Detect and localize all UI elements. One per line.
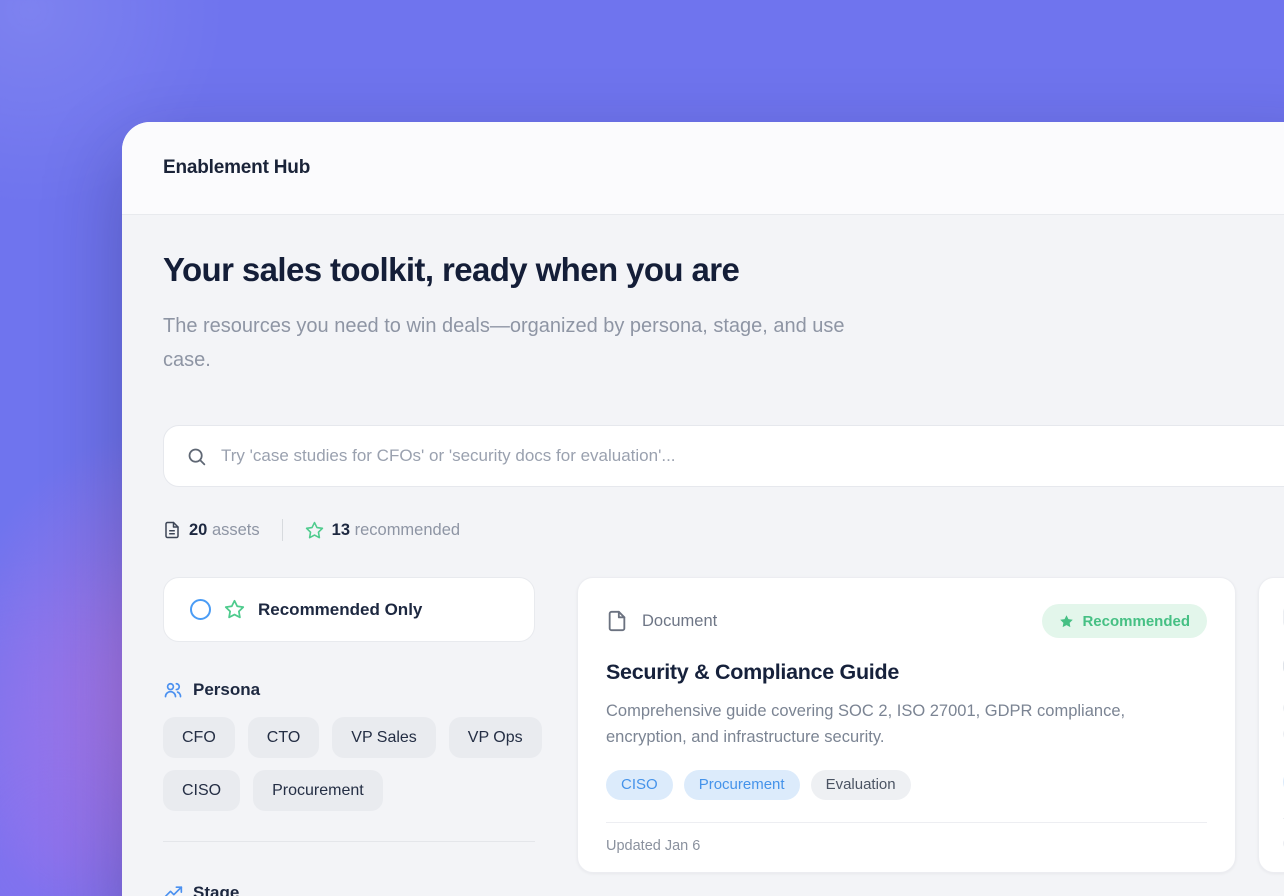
tag-evaluation: Evaluation: [811, 770, 911, 800]
tag-procurement: Procurement: [684, 770, 800, 800]
persona-chips: CFO CTO VP Sales VP Ops CISO Procurement: [163, 717, 553, 811]
persona-chip-cto[interactable]: CTO: [248, 717, 319, 758]
recommended-stat: 13 recommended: [305, 521, 460, 540]
card-divider: [606, 822, 1207, 823]
recommended-only-toggle[interactable]: Recommended Only: [163, 577, 535, 642]
persona-chip-vp-ops[interactable]: VP Ops: [449, 717, 542, 758]
asset-type: Document: [606, 610, 717, 632]
persona-chip-vp-sales[interactable]: VP Sales: [332, 717, 436, 758]
stage-label: Stage: [193, 883, 239, 896]
assets-count: 20: [189, 521, 207, 539]
persona-label: Persona: [193, 680, 260, 700]
recommended-badge: Recommended: [1042, 604, 1207, 638]
window-header: Enablement Hub: [122, 122, 1284, 215]
persona-chip-cfo[interactable]: CFO: [163, 717, 235, 758]
stats-divider: [282, 519, 283, 541]
persona-chip-procurement[interactable]: Procurement: [253, 770, 383, 811]
asset-card-partial[interactable]: [1258, 577, 1284, 873]
stage-section-header: Stage: [163, 883, 239, 896]
sidebar-divider: [163, 841, 535, 842]
asset-updated: Updated Jan 6: [606, 838, 1207, 854]
enablement-hub-window: Enablement Hub Your sales toolkit, ready…: [122, 122, 1284, 896]
assets-label: assets: [212, 521, 260, 539]
asset-type-label: Document: [642, 612, 717, 631]
recommended-badge-label: Recommended: [1082, 613, 1190, 630]
asset-card-security-compliance[interactable]: Document Recommended Security & Complian…: [577, 577, 1236, 873]
content-area: Your sales toolkit, ready when you are T…: [122, 215, 1284, 896]
stats-row: 20 assets 13 recommended: [163, 517, 460, 543]
search-bar[interactable]: [163, 425, 1284, 487]
persona-section-header: Persona: [163, 680, 260, 700]
page-title: Your sales toolkit, ready when you are: [163, 251, 739, 289]
trending-up-icon: [163, 883, 183, 896]
star-icon: [224, 599, 245, 620]
recommended-label: recommended: [355, 521, 460, 539]
app-title: Enablement Hub: [163, 157, 310, 179]
recommended-only-label: Recommended Only: [258, 600, 422, 620]
assets-stat: 20 assets: [163, 521, 260, 540]
document-icon: [606, 610, 628, 632]
persona-chip-ciso[interactable]: CISO: [163, 770, 240, 811]
users-icon: [163, 680, 183, 700]
search-input[interactable]: [221, 446, 1284, 466]
asset-tags: CISO Procurement Evaluation: [606, 770, 1207, 800]
asset-description: Comprehensive guide covering SOC 2, ISO …: [606, 698, 1191, 750]
star-icon: [1059, 614, 1074, 629]
page-subtitle: The resources you need to win deals—orga…: [163, 309, 863, 377]
asset-title: Security & Compliance Guide: [606, 660, 1207, 685]
recommended-count: 13: [332, 521, 350, 539]
tag-ciso: CISO: [606, 770, 673, 800]
search-icon: [186, 446, 207, 467]
star-icon: [305, 521, 324, 540]
radio-circle[interactable]: [190, 599, 211, 620]
file-icon: [163, 521, 181, 539]
